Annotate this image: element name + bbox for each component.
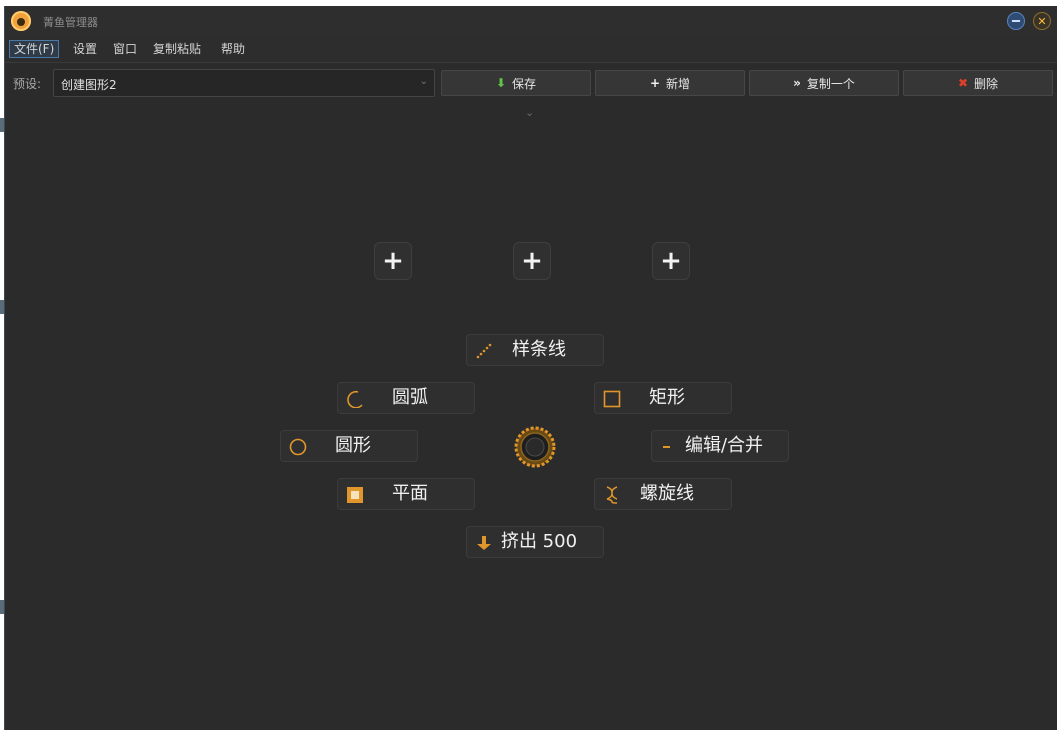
minimize-button[interactable] (1007, 12, 1025, 30)
duplicate-label: 复制一个 (806, 76, 855, 91)
save-button[interactable]: ⬇ 保存 (441, 70, 591, 96)
extrude-label: 挤出 500 (500, 531, 578, 552)
plane-label: 平面 (392, 483, 428, 504)
add-slot-button-2[interactable]: + (513, 242, 551, 280)
add-button[interactable]: + 新增 (595, 70, 745, 96)
helix-button[interactable]: 螺旋线 (594, 478, 732, 510)
add-slot-button-1[interactable]: + (374, 242, 412, 280)
chevron-down-icon: ⌄ (419, 76, 428, 87)
edit-merge-button[interactable]: 编辑/合并 (651, 430, 789, 462)
window-title: 菁鱼管理器 (43, 16, 98, 29)
preset-value: 创建图形2 (61, 78, 117, 92)
circle-button[interactable]: 圆形 (280, 430, 418, 462)
double-chevron-icon: » (793, 76, 801, 90)
preset-label: 预设: (13, 77, 42, 91)
helix-label: 螺旋线 (640, 483, 694, 504)
app-window: 菁鱼管理器 ✕ 文件(F) 设置 窗口 复制粘贴 帮助 预设: 创建图形2 ⌄ … (4, 6, 1057, 730)
arc-label: 圆弧 (392, 387, 428, 408)
edit-merge-label: 编辑/合并 (684, 435, 764, 456)
spline-button[interactable]: 样条线 (466, 334, 604, 366)
preset-select[interactable]: 创建图形2 ⌄ (53, 69, 435, 97)
menu-window[interactable]: 窗口 (109, 40, 141, 58)
down-arrow-icon: ⬇ (495, 76, 507, 90)
collapse-chevron-icon[interactable]: ⌄ (525, 106, 534, 119)
radial-menu-hub-icon[interactable] (513, 425, 557, 469)
extrude-button[interactable]: 挤出 500 (466, 526, 604, 558)
delete-label: 删除 (974, 76, 999, 91)
x-icon: ✖ (957, 76, 969, 90)
menu-bar: 文件(F) 设置 窗口 复制粘贴 帮助 (5, 36, 1057, 63)
spline-label: 样条线 (512, 339, 566, 360)
rectangle-button[interactable]: 矩形 (594, 382, 732, 414)
plus-icon: + (649, 76, 661, 90)
menu-file[interactable]: 文件(F) (9, 40, 60, 58)
duplicate-button[interactable]: » 复制一个 (749, 70, 899, 96)
menu-help[interactable]: 帮助 (217, 40, 249, 58)
arc-button[interactable]: 圆弧 (337, 382, 475, 414)
title-bar[interactable]: 菁鱼管理器 ✕ (5, 6, 1057, 36)
close-button[interactable]: ✕ (1033, 12, 1051, 30)
add-label: 新增 (666, 76, 691, 91)
circle-label: 圆形 (335, 435, 371, 456)
save-label: 保存 (512, 76, 537, 91)
menu-copy-paste[interactable]: 复制粘贴 (149, 40, 205, 58)
delete-button[interactable]: ✖ 删除 (903, 70, 1053, 96)
rectangle-label: 矩形 (649, 387, 685, 408)
add-slot-button-3[interactable]: + (652, 242, 690, 280)
plane-button[interactable]: 平面 (337, 478, 475, 510)
menu-settings[interactable]: 设置 (69, 40, 101, 58)
preset-toolbar: 预设: 创建图形2 ⌄ ⬇ 保存 + 新增 » 复制一个 ✖ 删除 (5, 63, 1057, 103)
app-logo-icon (11, 11, 31, 31)
